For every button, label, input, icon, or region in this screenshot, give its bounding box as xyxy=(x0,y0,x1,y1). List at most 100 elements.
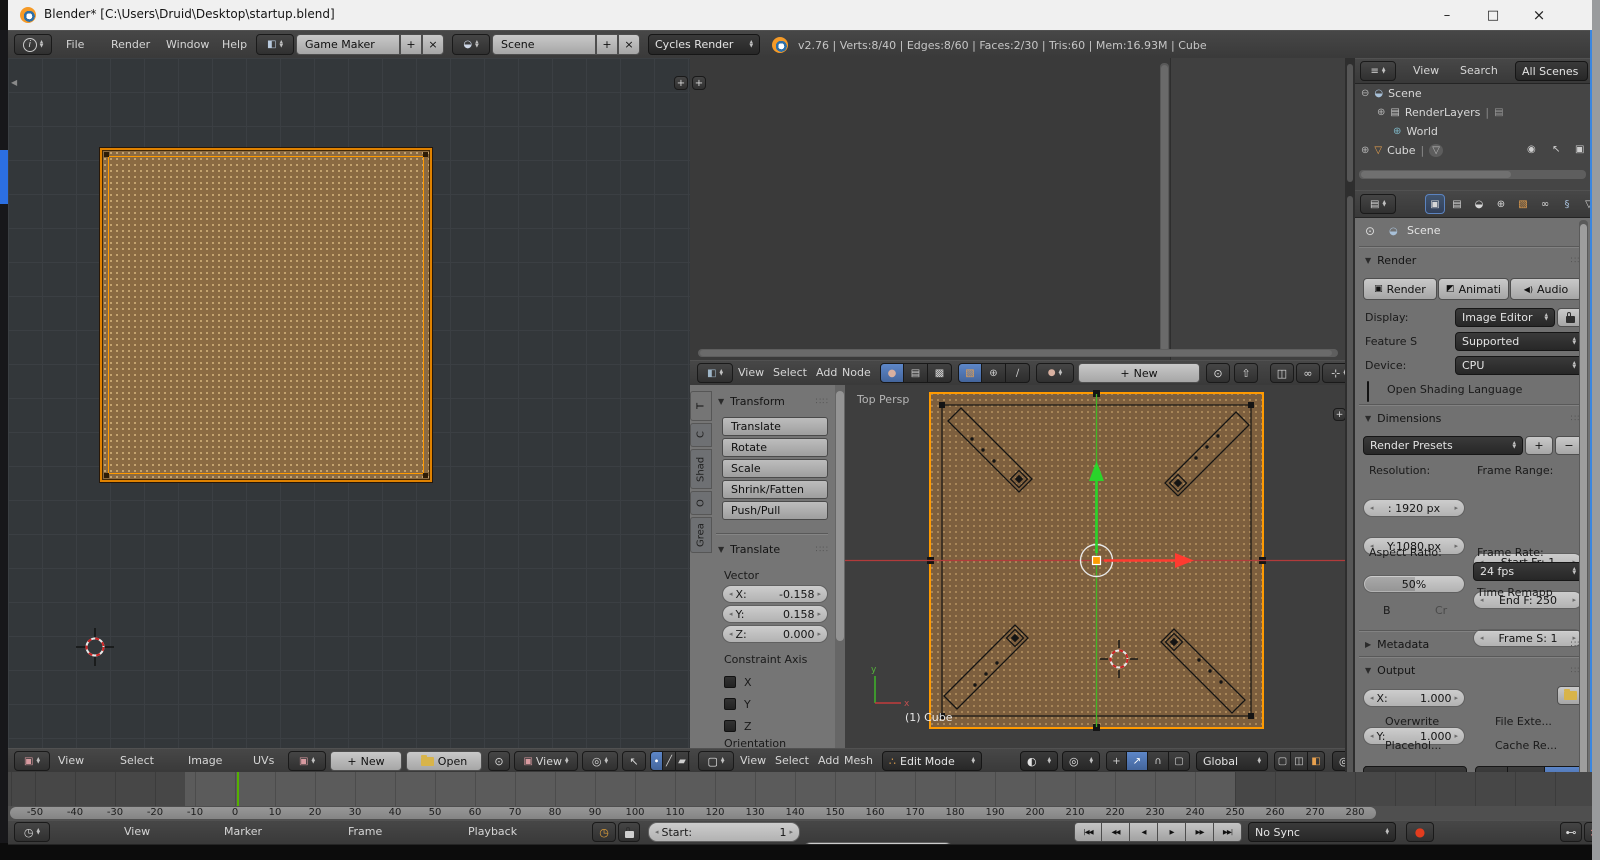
toolshelf-scrollbar[interactable] xyxy=(835,385,845,748)
outliner-row-cube[interactable]: ⊕ ▽ Cube | ▽ xyxy=(1361,141,1443,159)
osl-checkbox[interactable] xyxy=(1367,381,1369,402)
render-presets-dropdown[interactable]: Render Presets xyxy=(1363,436,1523,455)
occlude-dropdown[interactable]: ◎ xyxy=(1332,751,1345,771)
tab-constraints[interactable]: ∞ xyxy=(1535,194,1555,214)
viewport-3d[interactable]: y x Top Persp (1) Cube xyxy=(845,385,1345,748)
screen-name-field[interactable]: Game Maker xyxy=(296,34,400,55)
manipulator-rotate-button[interactable]: ∩ xyxy=(1148,751,1169,771)
playback-button[interactable]: ▶ xyxy=(1158,822,1186,842)
minimize-button[interactable]: – xyxy=(1424,0,1470,30)
node-menu-view[interactable]: View xyxy=(738,366,764,379)
image-browse-dropdown[interactable]: ▣ xyxy=(288,751,326,771)
panel-grip[interactable] xyxy=(816,397,829,407)
transform-tool-button[interactable]: Push/Pull xyxy=(722,501,828,520)
expand-icon[interactable]: ⊕ xyxy=(1377,107,1385,118)
tab-data[interactable]: ▽ xyxy=(1579,194,1590,214)
frame-rate-dropdown[interactable]: 24 fps xyxy=(1473,562,1583,581)
region-corner-arrow-icon[interactable]: ◀ xyxy=(11,78,17,87)
transform-tool-button[interactable]: Scale xyxy=(722,459,828,478)
manipulator-toggle-button[interactable]: + xyxy=(1106,751,1127,771)
uv-menu-view[interactable]: View xyxy=(58,754,84,767)
transform-tool-button[interactable]: Rotate xyxy=(722,438,828,457)
toolshelf-tab[interactable]: O xyxy=(690,491,712,515)
toolshelf-tab[interactable]: C xyxy=(690,423,712,447)
v3d-menu-mesh[interactable]: Mesh xyxy=(844,754,873,767)
menu-window[interactable]: Window xyxy=(166,38,209,51)
outliner-scope-dropdown[interactable]: All Scenes xyxy=(1515,61,1588,81)
material-browse-dropdown[interactable]: ● xyxy=(1036,363,1074,383)
panel-grip[interactable] xyxy=(816,545,829,555)
scene-add-button[interactable]: + xyxy=(596,34,618,55)
transform-tool-button[interactable]: Shrink/Fatten xyxy=(722,480,828,499)
pin-icon[interactable]: ⊙ xyxy=(1365,224,1375,238)
axis-checkbox[interactable] xyxy=(724,676,736,688)
region-expand-icon[interactable]: + xyxy=(692,76,706,90)
editor-type-button-image[interactable]: ▣ xyxy=(14,751,50,771)
playback-button[interactable]: ◀ xyxy=(1130,822,1158,842)
editor-type-button-3d[interactable]: ▢ xyxy=(698,751,734,771)
axis-checkbox[interactable] xyxy=(724,720,736,732)
frame-step-field[interactable]: Frame S: 1 xyxy=(1473,629,1583,647)
compositing-nodes-button[interactable]: ▤ xyxy=(904,363,928,383)
uv-pivot-dropdown[interactable]: ◎ xyxy=(582,751,618,771)
editor-type-button-info[interactable]: i xyxy=(14,34,52,55)
editor-type-button-timeline[interactable]: ◷ xyxy=(14,822,50,842)
region-expand-icon[interactable]: + xyxy=(674,76,688,90)
maximize-button[interactable]: □ xyxy=(1470,0,1516,30)
delete-keyframe-button[interactable]: × xyxy=(1584,822,1592,842)
manipulator-scale-button[interactable]: ▢ xyxy=(1169,751,1190,771)
scene-name-field[interactable]: Scene xyxy=(492,34,596,55)
tab-render[interactable]: ▣ xyxy=(1425,194,1445,214)
properties-vscrollbar[interactable] xyxy=(1579,220,1588,838)
tab-world[interactable]: ⊕ xyxy=(1491,194,1511,214)
uv-image-editor[interactable]: ◀ ▣ View Select Imag xyxy=(8,58,690,774)
node-menu-select[interactable]: Select xyxy=(773,366,807,379)
outliner-hscrollbar[interactable] xyxy=(1359,170,1586,179)
output-panel-header[interactable]: Output xyxy=(1365,664,1415,677)
render-panel-header[interactable]: Render xyxy=(1365,254,1416,267)
screen-delete-button[interactable]: × xyxy=(422,34,444,55)
resolution-percent-slider[interactable]: 50% xyxy=(1363,575,1465,593)
node-render-button[interactable]: ◫ xyxy=(1270,363,1294,383)
device-dropdown[interactable]: CPU xyxy=(1455,356,1583,375)
menu-file[interactable]: File xyxy=(66,38,84,51)
shader-nodes-button[interactable]: ● xyxy=(880,363,904,383)
vertex-select-button[interactable]: ▢ xyxy=(1274,751,1291,771)
translate-panel-header[interactable]: Translate xyxy=(718,543,780,556)
axis-checkbox[interactable] xyxy=(724,698,736,710)
lineart-shader-button[interactable]: ∕ xyxy=(1006,363,1030,383)
outliner-row-scene[interactable]: ⊖ ◒ Scene xyxy=(1361,84,1422,102)
tab-scene[interactable]: ◒ xyxy=(1469,194,1489,214)
playback-button[interactable]: ▶▶ xyxy=(1186,822,1214,842)
node-hscrollbar[interactable] xyxy=(698,349,1338,357)
outliner-menu-view[interactable]: View xyxy=(1413,64,1439,77)
restrict-render-icon[interactable]: ▣ xyxy=(1575,144,1584,155)
timeline-track[interactable] xyxy=(8,772,1592,806)
v3d-menu-select[interactable]: Select xyxy=(775,754,809,767)
node-snap-dropdown[interactable]: ⊹ xyxy=(1322,363,1345,383)
render-animation-button[interactable]: ◩ Animati xyxy=(1438,278,1509,300)
node-menu-node[interactable]: Node xyxy=(842,366,871,379)
editor-type-button-properties[interactable]: ▤ xyxy=(1360,194,1396,214)
manipulator-translate-button[interactable]: ↗ xyxy=(1127,751,1148,771)
expand-icon[interactable]: ⊕ xyxy=(1361,145,1369,156)
tl-menu-playback[interactable]: Playback xyxy=(468,825,517,838)
object-shader-button[interactable]: ▧ xyxy=(958,363,982,383)
uv-menu-select[interactable]: Select xyxy=(120,754,154,767)
uv-menu-uvs[interactable]: UVs xyxy=(253,754,274,767)
resolution-x-field[interactable]: : 1920 px xyxy=(1363,499,1465,517)
uv-image[interactable] xyxy=(100,148,432,482)
world-shader-button[interactable]: ⊕ xyxy=(982,363,1006,383)
uv-cursor-tool-button[interactable]: ↖ xyxy=(622,751,646,771)
v3d-menu-view[interactable]: View xyxy=(740,754,766,767)
uv-menu-image[interactable]: Image xyxy=(188,754,222,767)
preview-range-button[interactable]: ◷ xyxy=(592,822,616,842)
editor-type-button-outliner[interactable]: ≡ xyxy=(1360,61,1396,81)
node-vscrollbar[interactable] xyxy=(1160,63,1169,355)
pivot-dropdown[interactable]: ◎ xyxy=(1062,751,1100,771)
vector-field[interactable]: Y: 0.158 xyxy=(722,605,828,623)
scene-selector[interactable]: ◒ xyxy=(452,34,490,55)
feature-set-dropdown[interactable]: Supported xyxy=(1455,332,1583,351)
tab-modifiers[interactable]: § xyxy=(1557,194,1577,214)
screen-layout-selector[interactable]: ◧ xyxy=(256,34,294,55)
